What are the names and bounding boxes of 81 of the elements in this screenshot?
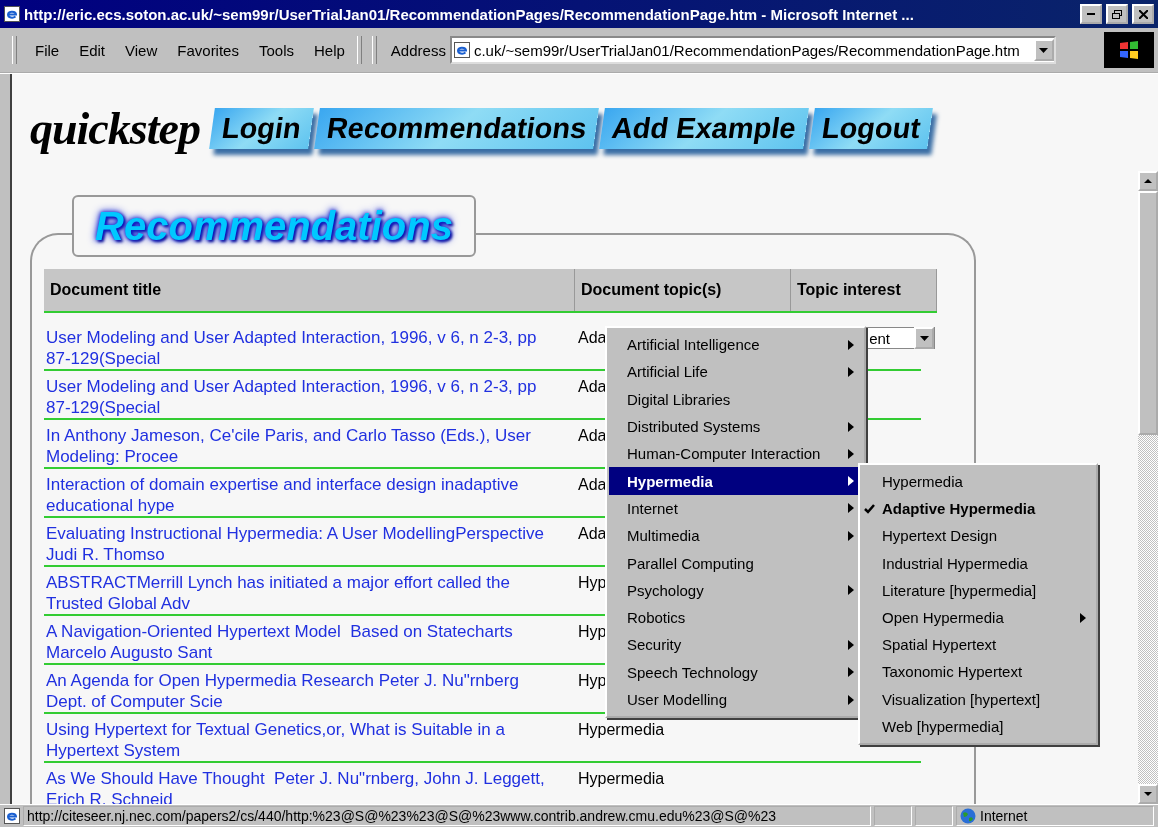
menu-item[interactable]: Tools xyxy=(250,41,302,59)
menu-entry[interactable]: Security xyxy=(609,631,862,659)
menu-entry[interactable]: Artificial Life xyxy=(609,358,862,386)
topic-text: Ada xyxy=(577,475,608,495)
menu-entry[interactable]: Industrial Hypermedia xyxy=(862,549,1094,577)
topic-text: Hypermedia xyxy=(577,720,666,740)
windows-logo-icon xyxy=(1104,32,1154,68)
menu-entry[interactable]: Hypertext Design xyxy=(862,522,1094,550)
menu-entry[interactable]: Robotics xyxy=(609,603,862,632)
dropdown-arrow-icon xyxy=(1039,47,1049,53)
menu-entry[interactable]: Internet xyxy=(609,494,862,523)
menu-entry[interactable]: Visualization [hypertext] xyxy=(862,685,1094,713)
menu-entry[interactable]: Parallel Computing xyxy=(609,549,862,577)
menu-entry[interactable]: Spatial Hypertext xyxy=(862,631,1094,659)
menu-item[interactable]: Help xyxy=(306,41,353,59)
nav-button[interactable]: Login xyxy=(209,108,314,149)
address-dropdown-button[interactable] xyxy=(1033,39,1054,61)
section-title: Recommendations xyxy=(72,195,476,257)
menu-entry[interactable]: Human-Computer Interaction xyxy=(609,440,862,468)
column-header: Topic interest xyxy=(791,269,937,311)
scrollbar-thumb[interactable] xyxy=(1138,191,1158,435)
security-zone: Internet xyxy=(956,806,1154,826)
menu-entry[interactable]: Adaptive Hypermedia xyxy=(862,495,1094,523)
topic-text: Hyp xyxy=(577,573,608,593)
interest-dropdown-button[interactable] xyxy=(914,327,934,349)
document-link[interactable]: ABSTRACTMerrill Lynch has initiated a major effort called the Trusted Global Adv xyxy=(44,572,575,616)
document-link[interactable]: In Anthony Jameson, Ce'cile Paris, and Carlo Tasso (Eds.), User Modeling: Procee xyxy=(44,425,575,469)
close-button[interactable] xyxy=(1132,4,1154,24)
up-arrow-icon xyxy=(1144,179,1152,183)
topic-text: Ada xyxy=(577,377,608,397)
nav-button[interactable]: Add Example xyxy=(599,108,809,149)
menu-entry[interactable]: Speech Technology xyxy=(609,658,862,686)
menu-entry[interactable]: Multimedia xyxy=(609,522,862,550)
menu-entry[interactable]: Digital Libraries xyxy=(609,385,862,413)
restore-icon xyxy=(1112,9,1122,19)
topic-text: Ada xyxy=(577,328,608,348)
column-header: Document topic(s) xyxy=(575,269,791,311)
menu-item[interactable]: Favorites xyxy=(169,41,247,59)
page-icon xyxy=(4,808,20,824)
down-arrow-icon xyxy=(1144,792,1152,796)
column-header: Document title xyxy=(44,269,575,311)
document-link[interactable]: User Modeling and User Adapted Interaction, 1996, v 6, n 2-3, pp 87-129(Special xyxy=(44,327,575,371)
menu-entry[interactable]: Distributed Systems xyxy=(609,412,862,441)
maximize-button[interactable] xyxy=(1106,4,1128,24)
nav-button[interactable]: Logout xyxy=(809,108,934,149)
browser-icon xyxy=(4,6,20,22)
topic-text: Hypermedia xyxy=(577,769,666,789)
document-link[interactable]: A Navigation-Oriented Hypertext Model Based on Statecharts Marcelo Augusto Sant xyxy=(44,621,575,665)
menu-item[interactable]: View xyxy=(117,41,166,59)
topic-text: Ada xyxy=(577,524,608,544)
site-logo: quickstep xyxy=(30,102,200,155)
menu-entry[interactable]: Taxonomic Hypertext xyxy=(862,658,1094,686)
document-link[interactable]: Evaluating Instructional Hypermedia: A User ModellingPerspective Judi R. Thomso xyxy=(44,523,575,567)
address-field[interactable]: c.uk/~sem99r/UserTrialJan01/RecommendationPages/RecommendationPage.htm xyxy=(449,36,1056,64)
minimize-button[interactable] xyxy=(1080,4,1102,24)
address-label: Address xyxy=(390,41,446,59)
scroll-down-button[interactable] xyxy=(1138,784,1158,804)
close-icon xyxy=(1138,9,1148,19)
menu-entry[interactable]: Psychology xyxy=(609,576,862,604)
dropdown-arrow-icon xyxy=(919,335,929,341)
nav-button[interactable]: Recommendations xyxy=(313,108,600,149)
document-link[interactable]: An Agenda for Open Hypermedia Research Peter J. Nu"rnberg Dept. of Computer Scie xyxy=(44,670,575,714)
document-link[interactable]: Interaction of domain expertise and interface design inadaptive educational hype xyxy=(44,474,575,518)
menu-entry[interactable]: Hypermedia xyxy=(862,468,1094,496)
topic-text: Hyp xyxy=(577,622,608,642)
document-link[interactable]: User Modeling and User Adapted Interaction, 1996, v 6, n 2-3, pp 87-129(Special xyxy=(44,376,575,420)
topic-text: Hyp xyxy=(577,671,608,691)
menu-item[interactable]: Edit xyxy=(71,41,114,59)
minimize-icon xyxy=(1087,13,1095,15)
topic-text: Ada xyxy=(577,426,608,446)
menu-entry[interactable]: Open Hypermedia xyxy=(862,603,1094,632)
document-link[interactable]: Using Hypertext for Textual Genetics,or, What is Suitable in a Hypertext System xyxy=(44,719,575,763)
page-icon xyxy=(453,42,470,58)
menu-entry[interactable]: User Modelling xyxy=(609,685,862,714)
scroll-up-button[interactable] xyxy=(1138,171,1158,191)
menu-item[interactable]: File xyxy=(27,41,68,59)
window-title: http://eric.ecs.soton.ac.uk/~sem99r/UserTrialJan01/RecommendationPages/RecommendationPage.htm - Microsoft Internet ... xyxy=(24,5,915,23)
globe-icon xyxy=(960,808,976,824)
status-url: http://citeseer.nj.nec.com/papers2/cs/440/http:%23@S@%23%23@S@%23www.contrib.andrew.cmu.edu%23@S@%23 xyxy=(23,806,871,826)
menu-entry[interactable]: Web [hypermedia] xyxy=(862,712,1094,740)
menu-entry[interactable]: Literature [hypermedia] xyxy=(862,576,1094,604)
